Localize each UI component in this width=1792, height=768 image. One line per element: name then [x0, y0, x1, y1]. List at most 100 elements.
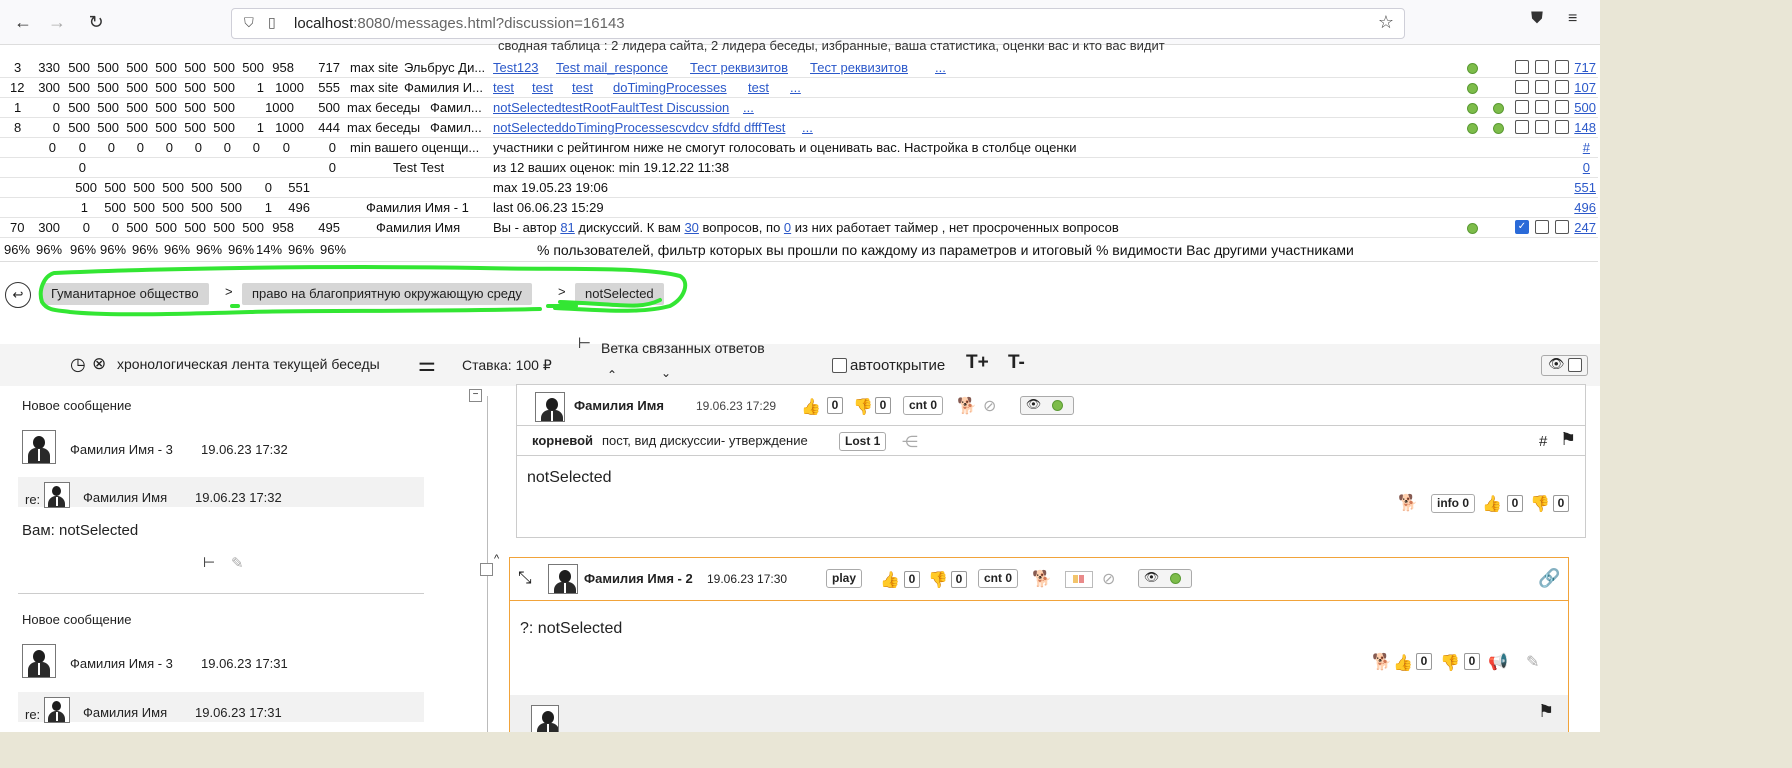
more-link[interactable]: ...	[802, 120, 813, 135]
reload-icon[interactable]: ↻	[84, 10, 108, 34]
checkbox[interactable]	[1515, 80, 1529, 94]
edit-icon[interactable]: ✎	[1526, 652, 1539, 672]
collapse-arrows-icon[interactable]: ⤡	[518, 568, 532, 588]
checkbox[interactable]	[1535, 100, 1549, 114]
flag-icon[interactable]: ⚑	[1538, 701, 1554, 722]
discussion-link[interactable]: Test123	[493, 60, 539, 75]
thumbs-down-icon[interactable]: 👎	[1530, 494, 1550, 514]
eye-slash-icon[interactable]: ⊘	[983, 396, 996, 416]
chevron-up-icon[interactable]: ^	[494, 553, 499, 565]
checkbox[interactable]	[1555, 80, 1569, 94]
row-rating-link[interactable]: 551	[1574, 180, 1596, 195]
breadcrumb-item[interactable]: Гуманитарное общество	[41, 283, 209, 305]
info-badge[interactable]: info 0	[1431, 494, 1475, 513]
discussion-link[interactable]: Тест реквизитов	[810, 60, 908, 75]
checkbox[interactable]	[1555, 220, 1569, 234]
checkbox-checked[interactable]: ✓	[1515, 220, 1529, 234]
share-icon[interactable]: ⋲	[902, 432, 918, 452]
avatar[interactable]	[535, 392, 565, 422]
chevron-down-icon[interactable]: ⌄	[661, 366, 671, 380]
dog-icon[interactable]: 🐕	[1398, 493, 1418, 513]
discussions-count-link[interactable]: 81	[560, 220, 574, 235]
paperclip-icon[interactable]: ⊗	[92, 354, 106, 374]
discussion-link[interactable]: notSelectedtestRootFaultTest Discussion	[493, 100, 729, 115]
row-rating-link[interactable]: #	[1583, 140, 1590, 155]
eye-slash-icon[interactable]: ⊘	[1102, 569, 1115, 589]
thumbs-up-icon[interactable]: 👍	[1482, 494, 1502, 514]
autoopen-checkbox[interactable]	[832, 358, 847, 373]
row-rating-link[interactable]: 247	[1574, 220, 1596, 235]
back-arrow-icon[interactable]: ←	[11, 10, 35, 34]
reply-reference[interactable]: re: Фамилия Имя 19.06.23 17:31	[18, 692, 424, 723]
discussion-link[interactable]: doTimingProcesses	[613, 80, 727, 95]
color-bars-icon[interactable]	[1065, 571, 1093, 588]
discussion-link[interactable]: test	[532, 80, 553, 95]
edit-icon[interactable]: ✎	[231, 554, 244, 572]
dog-icon[interactable]: 🐕	[1032, 569, 1052, 589]
checkbox[interactable]	[1535, 60, 1549, 74]
avatar[interactable]	[531, 705, 559, 732]
checkbox[interactable]	[1515, 100, 1529, 114]
dog-icon[interactable]: 🐕	[1372, 652, 1392, 672]
visibility-checkbox[interactable]	[1568, 358, 1582, 372]
more-link[interactable]: ...	[790, 80, 801, 95]
thumbs-up-icon[interactable]: 👍	[880, 570, 900, 590]
breadcrumb-item[interactable]: право на благоприятную окружающую среду	[242, 283, 532, 305]
bookmark-star-icon[interactable]: ☆	[1378, 12, 1394, 33]
cnt-badge[interactable]: cnt 0	[903, 396, 944, 415]
thumbs-down-icon[interactable]: 👎	[928, 570, 948, 590]
row-rating-link[interactable]: 496	[1574, 200, 1596, 215]
row-rating-link[interactable]: 0	[1583, 160, 1590, 175]
checkbox[interactable]	[1515, 60, 1529, 74]
discussion-link[interactable]: test	[493, 80, 514, 95]
visibility-toggle[interactable]: 👁	[1020, 396, 1074, 415]
megaphone-icon[interactable]: 📢	[1488, 652, 1508, 672]
row-rating-link[interactable]: 500	[1574, 100, 1596, 115]
breadcrumb-item[interactable]: notSelected	[575, 283, 664, 305]
questions-count-link[interactable]: 30	[684, 220, 698, 235]
discussion-link[interactable]: test	[748, 80, 769, 95]
avatar[interactable]	[22, 430, 56, 464]
avatar[interactable]	[22, 644, 56, 678]
visibility-toggle[interactable]: 👁	[1138, 569, 1192, 588]
more-link[interactable]: ...	[935, 60, 946, 75]
chevron-up-icon[interactable]: ⌃	[607, 368, 617, 382]
branch-tree-icon[interactable]: ⊢	[578, 334, 591, 352]
avatar[interactable]	[44, 482, 70, 508]
menu-icon[interactable]: ≡	[1568, 10, 1577, 28]
link-icon[interactable]: 🔗	[1538, 568, 1560, 589]
flag-icon[interactable]: ⚑	[1560, 429, 1576, 450]
pocket-icon[interactable]: ⛊	[1531, 10, 1543, 28]
row-rating-link[interactable]: 148	[1574, 120, 1596, 135]
post-author[interactable]: Фамилия Имя - 2	[584, 571, 693, 586]
thumbs-up-icon[interactable]: 👍	[801, 397, 821, 417]
more-link[interactable]: ...	[743, 100, 754, 115]
checkbox[interactable]	[1555, 60, 1569, 74]
forward-arrow-icon[interactable]: →	[45, 10, 69, 34]
avatar[interactable]	[44, 697, 70, 723]
expand-toggle[interactable]	[480, 563, 493, 576]
avatar[interactable]	[548, 564, 578, 594]
discussion-link[interactable]: test	[572, 80, 593, 95]
checkbox[interactable]	[1535, 120, 1549, 134]
row-rating-link[interactable]: 717	[1574, 60, 1596, 75]
url-bar[interactable]: ⛉ ▯ localhost:8080/messages.html?discuss…	[231, 8, 1405, 39]
cnt-badge[interactable]: cnt 0	[978, 569, 1019, 588]
thumbs-up-icon[interactable]: 👍	[1393, 653, 1413, 673]
sliders-icon[interactable]: ⚌	[418, 352, 436, 377]
timer-count-link[interactable]: 0	[784, 220, 791, 235]
permalink-hash[interactable]: #	[1539, 433, 1547, 450]
post-author[interactable]: Фамилия Имя	[574, 398, 664, 413]
visibility-toggle[interactable]: 👁	[1541, 355, 1588, 376]
lost-badge[interactable]: Lost 1	[839, 432, 887, 451]
discussion-link[interactable]: Тест реквизитов	[690, 60, 788, 75]
discussion-link[interactable]: Test mail_responce	[556, 60, 668, 75]
font-decrease-button[interactable]: T-	[1008, 352, 1025, 374]
thumbs-down-icon[interactable]: 👎	[1440, 653, 1460, 673]
branch-label[interactable]: Ветка связанных ответов	[601, 340, 765, 356]
checkbox[interactable]	[1535, 220, 1549, 234]
checkbox[interactable]	[1535, 80, 1549, 94]
play-button[interactable]: play	[826, 569, 863, 588]
feed-message-text[interactable]: Вам: notSelected	[22, 522, 138, 539]
checkbox[interactable]	[1555, 120, 1569, 134]
